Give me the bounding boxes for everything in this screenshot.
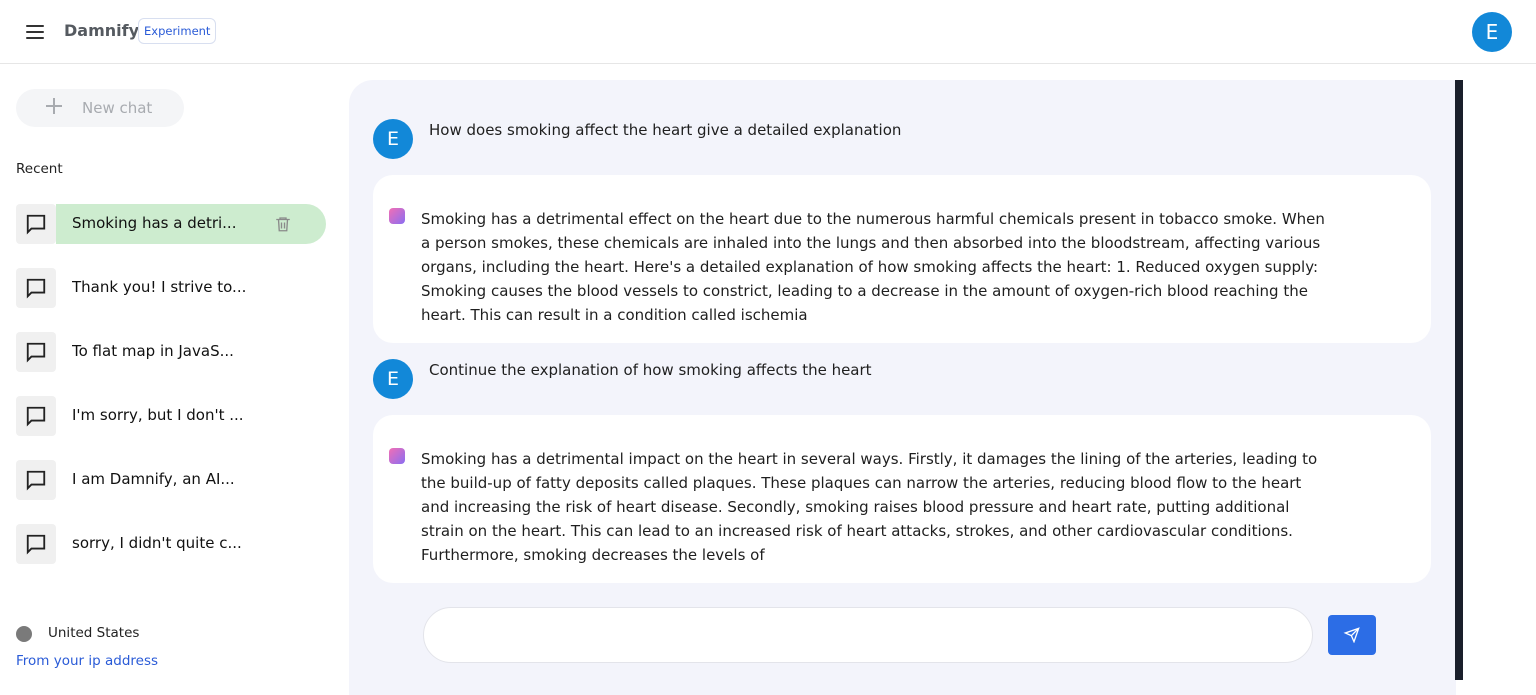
sidebar-chat-label: To flat map in JavaS...: [72, 342, 234, 360]
chat-panel: E How does smoking affect the heart give…: [349, 80, 1456, 695]
sidebar-chat-label: sorry, I didn't quite c...: [72, 534, 242, 552]
user-message-avatar: E: [373, 359, 413, 399]
experiment-badge: Experiment: [138, 18, 217, 44]
chat-bubble-icon: [16, 204, 56, 244]
new-chat-button[interactable]: New chat: [16, 89, 184, 127]
trash-icon[interactable]: [274, 214, 294, 234]
sidebar-chat-item[interactable]: To flat map in JavaS...: [16, 332, 326, 372]
sidebar-chat-item[interactable]: sorry, I didn't quite c...: [16, 524, 326, 564]
user-avatar[interactable]: E: [1472, 12, 1512, 52]
new-chat-label: New chat: [82, 99, 153, 117]
sidebar-chat-label: Thank you! I strive to...: [72, 278, 247, 296]
prompt-input[interactable]: [423, 607, 1313, 663]
sidebar-chat-item[interactable]: I am Damnify, an AI...: [16, 460, 326, 500]
chat-bubble-icon: [16, 524, 56, 564]
location-text: United States: [48, 625, 140, 641]
user-message: E Continue the explanation of how smokin…: [373, 359, 1413, 399]
app-brand: Damnify: [64, 21, 140, 40]
location-link[interactable]: From your ip address: [16, 653, 158, 669]
sidebar-chat-label: Smoking has a detri...: [72, 214, 237, 232]
sidebar-chat-label: I'm sorry, but I don't ...: [72, 406, 244, 424]
assistant-message-text: Smoking has a detrimental effect on the …: [421, 210, 1325, 324]
send-icon: [1343, 627, 1360, 643]
assistant-message-text: Smoking has a detrimental impact on the …: [421, 450, 1318, 564]
scrollbar[interactable]: [1455, 80, 1463, 680]
recent-heading: Recent: [16, 161, 63, 177]
chat-bubble-icon: [16, 332, 56, 372]
user-message: E How does smoking affect the heart give…: [373, 119, 1413, 159]
sidebar-chat-item[interactable]: Smoking has a detri...: [16, 204, 326, 244]
gemini-sparkle-icon: [389, 448, 405, 464]
chat-bubble-icon: [16, 396, 56, 436]
assistant-message: Smoking has a detrimental effect on the …: [373, 175, 1431, 343]
location-dot: [16, 626, 32, 642]
sidebar: New chat Recent Smoking has a detri... T…: [0, 64, 340, 695]
assistant-message: Smoking has a detrimental impact on the …: [373, 415, 1431, 583]
user-message-avatar: E: [373, 119, 413, 159]
sidebar-chat-label: I am Damnify, an AI...: [72, 470, 235, 488]
sidebar-chat-item[interactable]: Thank you! I strive to...: [16, 268, 326, 308]
gemini-sparkle-icon: [389, 208, 405, 224]
app-header: Damnify Experiment E: [0, 0, 1536, 64]
user-message-text: Continue the explanation of how smoking …: [429, 361, 872, 379]
plus-icon: [45, 97, 63, 115]
chat-bubble-icon: [16, 460, 56, 500]
chat-bubble-icon: [16, 268, 56, 308]
menu-icon[interactable]: [22, 18, 50, 46]
send-button[interactable]: [1328, 615, 1376, 655]
user-message-text: How does smoking affect the heart give a…: [429, 121, 902, 139]
sidebar-chat-item[interactable]: I'm sorry, but I don't ...: [16, 396, 326, 436]
